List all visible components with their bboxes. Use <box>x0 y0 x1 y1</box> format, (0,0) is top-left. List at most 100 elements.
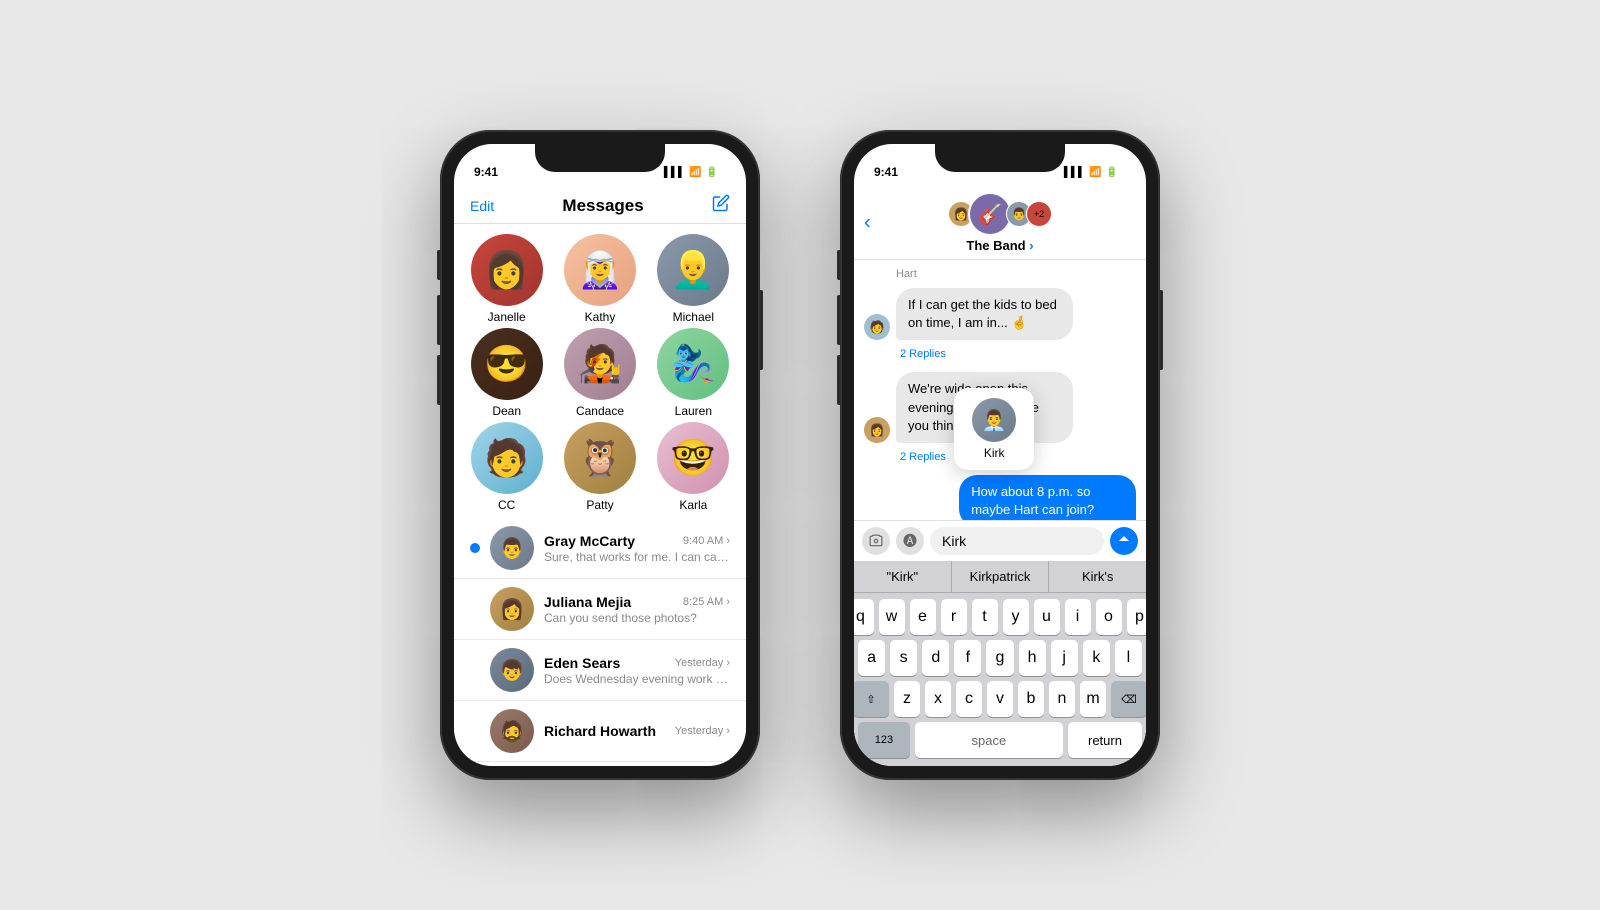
key-i[interactable]: i <box>1065 599 1091 635</box>
suggestion-kirkpatrick[interactable]: Kirkpatrick <box>952 561 1050 592</box>
key-m[interactable]: m <box>1080 681 1106 717</box>
key-x[interactable]: x <box>925 681 951 717</box>
pinned-michael[interactable]: 👱‍♂️ Michael <box>649 234 738 324</box>
key-shift[interactable]: ⇧ <box>854 681 889 717</box>
msg-time-gray: 9:40 AM › <box>683 535 730 547</box>
key-backspace[interactable]: ⌫ <box>1111 681 1146 717</box>
group-name[interactable]: The Band › <box>966 238 1033 253</box>
key-w[interactable]: w <box>879 599 905 635</box>
back-button[interactable]: ‹ <box>864 211 871 234</box>
suggestion-kirks[interactable]: Kirk's <box>1049 561 1146 592</box>
wifi-icon-2: 📶 <box>1089 167 1101 178</box>
key-t[interactable]: t <box>972 599 998 635</box>
send-button[interactable] <box>1110 527 1138 555</box>
key-r[interactable]: r <box>941 599 967 635</box>
avatar-lauren: 🧞‍♀️ <box>657 328 729 400</box>
pinned-lauren[interactable]: 🧞‍♀️ Lauren <box>649 328 738 418</box>
avatar-patty: 🦉 <box>564 422 636 494</box>
key-p[interactable]: p <box>1127 599 1147 635</box>
suggestion-kirk-quoted[interactable]: "Kirk" <box>854 561 952 592</box>
volume-down <box>437 355 440 405</box>
silent-switch <box>437 250 440 280</box>
key-123[interactable]: 123 <box>858 722 910 758</box>
list-item-eden[interactable]: 👦 Eden Sears Yesterday › Does Wednesday … <box>454 640 746 701</box>
key-c[interactable]: c <box>956 681 982 717</box>
conversation-header: ‹ 👩 🎸 👨 +2 The Band › <box>854 186 1146 260</box>
pinned-dean[interactable]: 😎 Dean <box>462 328 551 418</box>
key-j[interactable]: j <box>1051 640 1078 676</box>
conversation-content: ‹ 👩 🎸 👨 +2 The Band › Hart 🧑 If <box>854 186 1146 766</box>
pinned-name-cc: CC <box>498 498 515 512</box>
volume-up <box>437 295 440 345</box>
pinned-candace[interactable]: 🧑‍🎤 Candace <box>555 328 644 418</box>
key-d[interactable]: d <box>922 640 949 676</box>
key-e[interactable]: e <box>910 599 936 635</box>
msg-preview-eden: Does Wednesday evening work for you? May… <box>544 672 730 686</box>
avatar-michael: 👱‍♂️ <box>657 234 729 306</box>
list-item-juliana[interactable]: 👩 Juliana Mejia 8:25 AM › Can you send t… <box>454 579 746 640</box>
pinned-name-dean: Dean <box>492 404 521 418</box>
pinned-name-patty: Patty <box>586 498 613 512</box>
volume-up-2 <box>837 295 840 345</box>
camera-button[interactable] <box>862 527 890 555</box>
edit-button[interactable]: Edit <box>470 198 494 214</box>
compose-button[interactable] <box>712 194 730 217</box>
key-a[interactable]: a <box>858 640 885 676</box>
replies-label-1[interactable]: 2 Replies <box>864 346 1136 362</box>
msg-time-richard: Yesterday › <box>675 725 730 737</box>
pinned-patty[interactable]: 🦉 Patty <box>555 422 644 512</box>
pinned-name-lauren: Lauren <box>675 404 712 418</box>
volume-down-2 <box>837 355 840 405</box>
autocomplete-popup[interactable]: 👨‍💼 Kirk <box>954 388 1034 470</box>
key-b[interactable]: b <box>1018 681 1044 717</box>
key-g[interactable]: g <box>986 640 1013 676</box>
message-row-sent: How about 8 p.m. so maybe Hart can join? <box>864 475 1136 520</box>
message-input[interactable]: Kirk <box>930 527 1104 555</box>
bubble-hart: If I can get the kids to bed on time, I … <box>896 288 1073 340</box>
key-s[interactable]: s <box>890 640 917 676</box>
key-n[interactable]: n <box>1049 681 1075 717</box>
key-h[interactable]: h <box>1019 640 1046 676</box>
avatar-cc: 🧑 <box>471 422 543 494</box>
pinned-janelle[interactable]: 👩 Janelle <box>462 234 551 324</box>
group-avatars: 👩 🎸 👨 +2 <box>951 192 1049 236</box>
key-u[interactable]: u <box>1034 599 1060 635</box>
pinned-name-michael: Michael <box>673 310 714 324</box>
key-q[interactable]: q <box>854 599 874 635</box>
key-v[interactable]: v <box>987 681 1013 717</box>
key-space[interactable]: space <box>915 722 1063 758</box>
avatar-kathy: 🧝‍♀️ <box>564 234 636 306</box>
signal-icon: ▌▌▌ <box>664 167 685 178</box>
key-y[interactable]: y <box>1003 599 1029 635</box>
list-item-gray[interactable]: 👨 Gray McCarty 9:40 AM › Sure, that work… <box>454 518 746 579</box>
kb-row-1: q w e r t y u i o p <box>858 599 1142 635</box>
pinned-name-karla: Karla <box>679 498 707 512</box>
key-k[interactable]: k <box>1083 640 1110 676</box>
chat-area: Hart 🧑 If I can get the kids to bed on t… <box>854 260 1146 520</box>
unread-dot <box>470 543 480 553</box>
avatar-karla: 🤓 <box>657 422 729 494</box>
pinned-karla[interactable]: 🤓 Karla <box>649 422 738 512</box>
key-z[interactable]: z <box>894 681 920 717</box>
signal-icon-2: ▌▌▌ <box>1064 167 1085 178</box>
silent-switch-2 <box>837 250 840 280</box>
avatar-dean: 😎 <box>471 328 543 400</box>
input-bar: 🅐 Kirk <box>854 520 1146 561</box>
status-time-2: 9:41 <box>874 165 898 179</box>
pinned-kathy[interactable]: 🧝‍♀️ Kathy <box>555 234 644 324</box>
key-o[interactable]: o <box>1096 599 1122 635</box>
pinned-name-janelle: Janelle <box>488 310 526 324</box>
messages-header: Edit Messages <box>454 186 746 224</box>
key-f[interactable]: f <box>954 640 981 676</box>
pinned-cc[interactable]: 🧑 CC <box>462 422 551 512</box>
chat-avatar-anon: 👩 <box>864 417 890 443</box>
keyboard: q w e r t y u i o p a s d f g h <box>854 593 1146 766</box>
sender-label-hart: Hart <box>864 268 1136 280</box>
key-return[interactable]: return <box>1068 722 1142 758</box>
key-l[interactable]: l <box>1115 640 1142 676</box>
pinned-name-candace: Candace <box>576 404 624 418</box>
msg-sender-eden: Eden Sears <box>544 655 620 671</box>
list-item-richard[interactable]: 🧔 Richard Howarth Yesterday › <box>454 701 746 762</box>
battery-icon-2: 🔋 <box>1106 167 1118 178</box>
appstore-button[interactable]: 🅐 <box>896 527 924 555</box>
